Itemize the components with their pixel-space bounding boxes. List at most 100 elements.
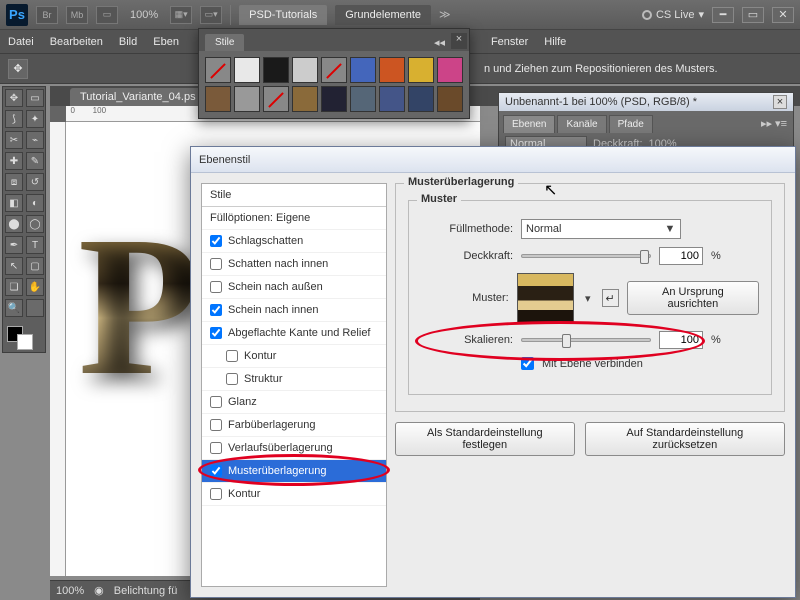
panel-tab-kanaele[interactable]: Kanäle: [557, 115, 606, 133]
menu-bild[interactable]: Bild: [119, 36, 137, 48]
panel-tab-ebenen[interactable]: Ebenen: [503, 115, 555, 133]
tool-wand[interactable]: ✦: [26, 110, 44, 128]
style-swatch[interactable]: [408, 57, 434, 83]
tool-shape[interactable]: ▢: [26, 257, 44, 275]
panel-collapse-icon[interactable]: ◂◂: [430, 34, 449, 51]
styles-panel[interactable]: Stile ◂◂ ×: [198, 28, 470, 119]
background-swatch[interactable]: [17, 334, 33, 350]
style-checkbox[interactable]: [210, 396, 222, 408]
viewmode-icon[interactable]: ▦▾: [170, 6, 192, 24]
style-row-kontur[interactable]: Kontur: [202, 345, 386, 368]
style-row-farb-berlagerung[interactable]: Farbüberlagerung: [202, 414, 386, 437]
style-none[interactable]: [205, 57, 231, 83]
style-swatch[interactable]: [234, 57, 260, 83]
style-row-kontur[interactable]: Kontur: [202, 483, 386, 506]
tool-3d[interactable]: ❏: [5, 278, 23, 296]
style-swatch[interactable]: [379, 86, 405, 112]
style-checkbox[interactable]: [210, 442, 222, 454]
style-swatch[interactable]: [205, 86, 231, 112]
scale-slider[interactable]: [521, 338, 651, 342]
style-row-verlaufs-berlagerung[interactable]: Verlaufsüberlagerung: [202, 437, 386, 460]
window-minimize-icon[interactable]: ━: [712, 7, 734, 23]
tool-pen[interactable]: ✒: [5, 236, 23, 254]
tool-stamp[interactable]: ⧈: [5, 173, 23, 191]
new-preset-icon[interactable]: ↵: [602, 289, 619, 307]
status-info-icon[interactable]: ◉: [94, 584, 104, 597]
style-checkbox[interactable]: [210, 488, 222, 500]
style-swatch[interactable]: [263, 57, 289, 83]
menu-bearbeiten[interactable]: Bearbeiten: [50, 36, 103, 48]
workspace-more-icon[interactable]: ≫: [439, 8, 451, 21]
arrange-icon[interactable]: ▭▾: [200, 6, 222, 24]
window-restore-icon[interactable]: ▭: [742, 7, 764, 23]
secondary-doc-titlebar[interactable]: Unbenannt-1 bei 100% (PSD, RGB/8) *×: [499, 93, 793, 111]
style-swatch[interactable]: [379, 57, 405, 83]
style-checkbox[interactable]: [210, 419, 222, 431]
style-swatch[interactable]: [321, 57, 347, 83]
tool-history[interactable]: ↺: [26, 173, 44, 191]
panel-close-icon[interactable]: ×: [451, 33, 467, 49]
opacity-input[interactable]: [659, 247, 703, 265]
style-row-schein-nach-innen[interactable]: Schein nach innen: [202, 299, 386, 322]
style-checkbox[interactable]: [210, 327, 222, 339]
tool-blur[interactable]: ⬤: [5, 215, 23, 233]
opacity-slider[interactable]: [521, 254, 651, 258]
pattern-dropdown-icon[interactable]: ▾: [582, 292, 593, 305]
styles-panel-tab[interactable]: Stile: [205, 34, 244, 51]
tool-type[interactable]: T: [26, 236, 44, 254]
color-swatches[interactable]: [5, 324, 44, 350]
make-default-button[interactable]: Als Standardeinstellung festlegen: [395, 422, 575, 456]
tool-brush[interactable]: ✎: [26, 152, 44, 170]
style-swatch[interactable]: [292, 57, 318, 83]
document-tab[interactable]: Tutorial_Variante_04.ps ✕: [70, 88, 217, 106]
style-swatch[interactable]: [408, 86, 434, 112]
minibridge-icon[interactable]: Mb: [66, 6, 88, 24]
style-row-abgeflachte-kante-und-relief[interactable]: Abgeflachte Kante und Relief: [202, 322, 386, 345]
app-zoom[interactable]: 100%: [126, 9, 162, 21]
menu-fenster[interactable]: Fenster: [491, 36, 528, 48]
style-swatch[interactable]: [321, 86, 347, 112]
menu-hilfe[interactable]: Hilfe: [544, 36, 566, 48]
panel-menu-icon[interactable]: ▸▸ ▾≡: [755, 114, 793, 133]
link-with-layer-checkbox[interactable]: [521, 357, 534, 370]
dialog-titlebar[interactable]: Ebenenstil: [191, 147, 795, 173]
blend-mode-combo[interactable]: Normal▼: [521, 219, 681, 239]
style-swatch[interactable]: [263, 86, 289, 112]
move-tool-icon[interactable]: ✥: [8, 59, 28, 79]
tool-marquee[interactable]: ▭: [26, 89, 44, 107]
cs-live-button[interactable]: CS Live▾: [642, 8, 704, 21]
style-swatch[interactable]: [437, 57, 463, 83]
workspace-tab-psd-tutorials[interactable]: PSD-Tutorials: [239, 5, 327, 25]
style-row-glanz[interactable]: Glanz: [202, 391, 386, 414]
style-checkbox[interactable]: [210, 304, 222, 316]
style-swatch[interactable]: [350, 57, 376, 83]
style-checkbox[interactable]: [226, 373, 238, 385]
screen-mode-icon[interactable]: ▭: [96, 6, 118, 24]
panel-tab-pfade[interactable]: Pfade: [609, 115, 653, 133]
bridge-icon[interactable]: Br: [36, 6, 58, 24]
style-swatch[interactable]: [234, 86, 260, 112]
tool-crop[interactable]: ✂: [5, 131, 23, 149]
tool-gradient[interactable]: ◐: [26, 194, 44, 212]
style-row-schlagschatten[interactable]: Schlagschatten: [202, 230, 386, 253]
pattern-swatch[interactable]: [517, 273, 574, 323]
style-checkbox[interactable]: [210, 465, 222, 477]
fill-options-row[interactable]: Füllöptionen: Eigene: [202, 207, 386, 230]
style-checkbox[interactable]: [210, 235, 222, 247]
style-checkbox[interactable]: [210, 281, 222, 293]
style-list-header[interactable]: Stile: [202, 184, 386, 207]
menu-ebene[interactable]: Eben: [153, 36, 179, 48]
tool-heal[interactable]: ✚: [5, 152, 23, 170]
close-icon[interactable]: ×: [773, 95, 787, 109]
style-row-schein-nach-au-en[interactable]: Schein nach außen: [202, 276, 386, 299]
tool-path[interactable]: ↖: [5, 257, 23, 275]
window-close-icon[interactable]: ✕: [772, 7, 794, 23]
style-checkbox[interactable]: [226, 350, 238, 362]
snap-origin-button[interactable]: An Ursprung ausrichten: [627, 281, 759, 315]
tool-hand[interactable]: ✋: [26, 278, 44, 296]
reset-default-button[interactable]: Auf Standardeinstellung zurücksetzen: [585, 422, 785, 456]
style-row-muster-berlagerung[interactable]: Musterüberlagerung: [202, 460, 386, 483]
tool-eraser[interactable]: ◧: [5, 194, 23, 212]
menu-datei[interactable]: Datei: [8, 36, 34, 48]
style-row-schatten-nach-innen[interactable]: Schatten nach innen: [202, 253, 386, 276]
